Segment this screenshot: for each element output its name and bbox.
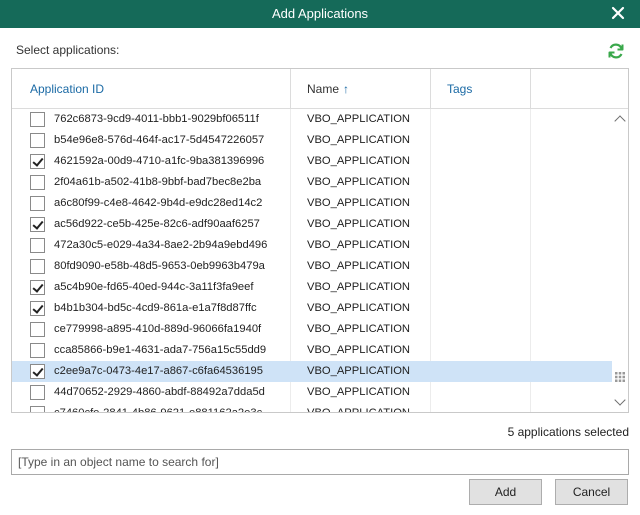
refresh-icon[interactable] [606, 41, 626, 61]
table-row[interactable]: ac56d922-ce5b-425e-82c6-adf90aaf6257 VBO_… [12, 214, 612, 235]
title-bar: Add Applications [0, 0, 640, 28]
application-id-cell: c7460cfe-2841-4b86-9621-e881162a2e3c [54, 403, 262, 412]
row-checkbox[interactable] [30, 364, 45, 379]
table-row[interactable]: b54e96e8-576d-464f-ac17-5d4547226057 VBO_… [12, 130, 612, 151]
table-row[interactable]: a6c80f99-c4e8-4642-9b4d-e9dc28ed14c2 VBO_… [12, 193, 612, 214]
application-name-cell: VBO_APPLICATION [307, 323, 410, 335]
application-name-cell: VBO_APPLICATION [307, 155, 410, 167]
application-id-cell: a6c80f99-c4e8-4642-9b4d-e9dc28ed14c2 [54, 197, 263, 209]
application-name-cell: VBO_APPLICATION [307, 176, 410, 188]
table-row[interactable]: b4b1b304-bd5c-4cd9-861a-e1a7f8d87ffc VBO_… [12, 298, 612, 319]
row-checkbox[interactable] [30, 154, 45, 169]
application-name-cell: VBO_APPLICATION [307, 197, 410, 209]
application-name-cell: VBO_APPLICATION [307, 218, 410, 230]
application-name-cell: VBO_APPLICATION [307, 344, 410, 356]
row-checkbox[interactable] [30, 112, 45, 127]
grid-header: Application ID Name ↑ Tags [12, 69, 628, 109]
row-checkbox[interactable] [30, 406, 45, 412]
applications-grid: Application ID Name ↑ Tags 762c6873-9cd9-… [11, 68, 629, 413]
application-id-cell: a5c4b90e-fd65-40ed-944c-3a11f3fa9eef [54, 281, 254, 293]
table-row[interactable]: cca85866-b9e1-4631-ada7-756a15c55dd9 VBO_… [12, 340, 612, 361]
application-name-cell: VBO_APPLICATION [307, 365, 410, 377]
row-checkbox[interactable] [30, 385, 45, 400]
table-row[interactable]: c2ee9a7c-0473-4e17-a867-c6fa64536195 VBO_… [12, 361, 612, 382]
table-row[interactable]: c7460cfe-2841-4b86-9621-e881162a2e3c VBO_… [12, 403, 612, 412]
application-id-cell: 44d70652-2929-4860-abdf-88492a7dda5d [54, 386, 265, 398]
resize-grip-icon [615, 372, 625, 382]
column-header-application-id[interactable]: Application ID [30, 69, 104, 109]
row-checkbox[interactable] [30, 343, 45, 358]
application-id-cell: b54e96e8-576d-464f-ac17-5d4547226057 [54, 134, 265, 146]
row-checkbox[interactable] [30, 280, 45, 295]
cancel-button[interactable]: Cancel [555, 479, 628, 505]
select-applications-label: Select applications: [16, 43, 120, 57]
application-id-cell: cca85866-b9e1-4631-ada7-756a15c55dd9 [54, 344, 267, 356]
application-id-cell: ac56d922-ce5b-425e-82c6-adf90aaf6257 [54, 218, 260, 230]
application-name-cell: VBO_APPLICATION [307, 134, 410, 146]
add-button[interactable]: Add [469, 479, 542, 505]
application-id-cell: 2f04a61b-a502-41b8-9bbf-bad7bec8e2ba [54, 176, 262, 188]
table-row[interactable]: ce779998-a895-410d-889d-96066fa1940f VBO_… [12, 319, 612, 340]
scroll-up-icon[interactable] [614, 115, 626, 127]
table-row[interactable]: 4621592a-00d9-4710-a1fc-9ba381396996 VBO_… [12, 151, 612, 172]
scroll-down-icon[interactable] [614, 394, 626, 406]
row-checkbox[interactable] [30, 133, 45, 148]
row-checkbox[interactable] [30, 301, 45, 316]
column-header-tags[interactable]: Tags [447, 69, 472, 109]
row-checkbox[interactable] [30, 217, 45, 232]
row-checkbox[interactable] [30, 196, 45, 211]
row-checkbox[interactable] [30, 175, 45, 190]
application-id-cell: 762c6873-9cd9-4011-bbb1-9029bf06511f [54, 113, 259, 125]
window-title: Add Applications [271, 6, 369, 21]
search-input[interactable] [11, 449, 629, 475]
application-name-cell: VBO_APPLICATION [307, 281, 410, 293]
application-id-cell: 80fd9090-e58b-48d5-9653-0eb9963b479a [54, 260, 265, 272]
application-name-cell: VBO_APPLICATION [307, 302, 410, 314]
row-checkbox[interactable] [30, 322, 45, 337]
application-id-cell: 472a30c5-e029-4a34-8ae2-2b94a9ebd496 [54, 239, 268, 251]
application-id-cell: ce779998-a895-410d-889d-96066fa1940f [54, 323, 262, 335]
application-name-cell: VBO_APPLICATION [307, 113, 410, 125]
row-checkbox[interactable] [30, 238, 45, 253]
column-header-name[interactable]: Name ↑ [307, 69, 349, 109]
application-id-cell: c2ee9a7c-0473-4e17-a867-c6fa64536195 [54, 365, 264, 377]
sort-ascending-icon: ↑ [343, 82, 350, 96]
application-name-cell: VBO_APPLICATION [307, 386, 410, 398]
row-checkbox[interactable] [30, 259, 45, 274]
application-name-cell: VBO_APPLICATION [307, 260, 410, 272]
application-name-cell: VBO_APPLICATION [307, 403, 410, 412]
table-row[interactable]: 762c6873-9cd9-4011-bbb1-9029bf06511f VBO_… [12, 109, 612, 130]
table-row[interactable]: 80fd9090-e58b-48d5-9653-0eb9963b479a VBO_… [12, 256, 612, 277]
table-row[interactable]: 44d70652-2929-4860-abdf-88492a7dda5d VBO_… [12, 382, 612, 403]
selection-count: 5 applications selected [507, 425, 629, 439]
close-icon[interactable] [610, 5, 626, 21]
table-row[interactable]: 2f04a61b-a502-41b8-9bbf-bad7bec8e2ba VBO_… [12, 172, 612, 193]
table-row[interactable]: a5c4b90e-fd65-40ed-944c-3a11f3fa9eef VBO_… [12, 277, 612, 298]
vertical-scrollbar[interactable] [612, 109, 628, 412]
table-row[interactable]: 472a30c5-e029-4a34-8ae2-2b94a9ebd496 VBO_… [12, 235, 612, 256]
application-name-cell: VBO_APPLICATION [307, 239, 410, 251]
grid-rows: 762c6873-9cd9-4011-bbb1-9029bf06511f VBO_… [12, 109, 612, 412]
application-id-cell: 4621592a-00d9-4710-a1fc-9ba381396996 [54, 155, 265, 167]
application-id-cell: b4b1b304-bd5c-4cd9-861a-e1a7f8d87ffc [54, 302, 257, 314]
